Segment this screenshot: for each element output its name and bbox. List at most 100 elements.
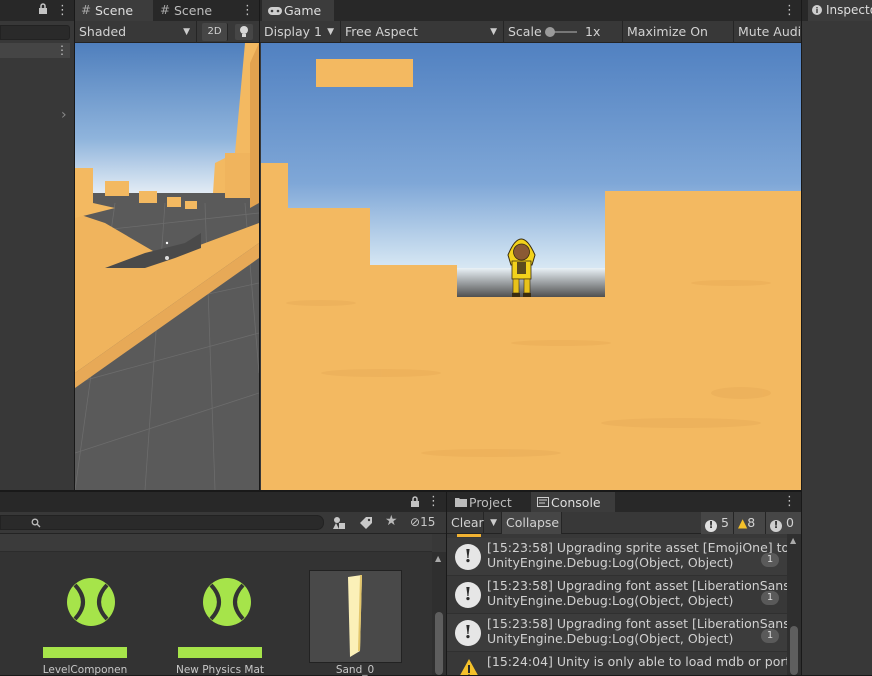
- scene-viewport[interactable]: [75, 43, 259, 490]
- asset-item[interactable]: New Physics Mat: [165, 562, 275, 676]
- info-circle-icon: !: [455, 544, 481, 570]
- warning-count: 8: [747, 515, 756, 530]
- console-stacktrace: UnityEngine.Debug:Log(Object, Object): [487, 593, 734, 608]
- physics-material-icon: [203, 578, 251, 626]
- collapse-toggle[interactable]: Collapse: [502, 512, 562, 534]
- console-entry[interactable]: ! [15:23:58] Upgrading font asset [Liber…: [447, 576, 787, 614]
- grid-icon: #: [81, 3, 92, 17]
- search-icon: [31, 517, 41, 531]
- warning-filter-toggle[interactable]: ▲8: [734, 512, 766, 534]
- scroll-up-icon[interactable]: ▲: [790, 536, 796, 545]
- asset-item[interactable]: Sand_0: [300, 562, 410, 676]
- console-entry[interactable]: [15:24:04] Unity is only able to load md…: [447, 652, 787, 675]
- console-menu-icon[interactable]: ⋮: [783, 492, 796, 512]
- aspect-label: Free Aspect: [345, 24, 418, 39]
- tab-game[interactable]: Game: [262, 0, 334, 21]
- shading-mode-dropdown[interactable]: Shaded ▼: [75, 21, 197, 43]
- eye-slash-icon: ⊘: [410, 515, 421, 529]
- console-entry[interactable]: ! [15:23:58] Upgrading sprite asset [Emo…: [447, 538, 787, 576]
- asset-type-bar: [43, 647, 127, 658]
- tab-console-label: Console: [551, 495, 601, 510]
- game-viewport[interactable]: [261, 43, 801, 490]
- display-label: Display 1: [264, 24, 323, 39]
- tab-scene-2[interactable]: # Scene: [154, 0, 224, 21]
- tab-project-label: Project: [469, 495, 512, 510]
- hierarchy-menu-icon[interactable]: ⋮: [56, 0, 69, 21]
- chevron-right-icon[interactable]: ›: [61, 107, 67, 123]
- collapse-count-badge: 1: [761, 553, 779, 567]
- aspect-dropdown[interactable]: Free Aspect ▼: [341, 21, 504, 43]
- error-filter-toggle[interactable]: ! 0: [766, 512, 801, 534]
- caret-down-icon: ▼: [490, 27, 497, 37]
- favorites-star-icon[interactable]: ★: [385, 513, 398, 529]
- scene-menu-icon[interactable]: ⋮: [241, 0, 254, 21]
- mute-audio-label: Mute Audio: [738, 24, 801, 39]
- scene-panel: # Scene # Scene ⋮ Shaded ▼ 2D: [75, 0, 259, 490]
- project-panel: ⋮ ★ ⊘15 LevelComponen New Physics Mat Sa…: [0, 492, 446, 676]
- error-count: 0: [785, 515, 794, 530]
- game-toolbar: Display 1 ▼ Free Aspect ▼ Scale 1x Maxim…: [260, 21, 801, 61]
- hierarchy-panel: ⋮ ⋮ ›: [0, 0, 74, 490]
- lighting-bulb-icon[interactable]: [235, 24, 253, 40]
- toggle-2d-button[interactable]: 2D: [202, 23, 228, 41]
- inspector-panel: Inspector: [802, 0, 872, 675]
- filter-by-type-icon[interactable]: [332, 516, 346, 533]
- tab-scene-2-label: Scene: [174, 3, 213, 18]
- console-scrollbar[interactable]: ▲: [787, 534, 801, 675]
- asset-item[interactable]: LevelComponen: [30, 562, 140, 676]
- maximize-on-play-toggle[interactable]: Maximize On Play: [623, 21, 734, 61]
- console-message: [15:23:58] Upgrading font asset [Liberat…: [487, 578, 787, 593]
- console-entry-text: [15:23:58] Upgrading font asset [Liberat…: [487, 616, 787, 646]
- display-dropdown[interactable]: Display 1 ▼: [260, 21, 341, 43]
- info-circle-icon: !: [705, 520, 717, 532]
- project-search-input[interactable]: [0, 515, 324, 530]
- scale-value: 1x: [585, 24, 601, 39]
- project-tabbar: [0, 492, 446, 512]
- asset-type-bar: [178, 647, 262, 658]
- console-entry-text: [15:24:04] Unity is only able to load md…: [487, 654, 787, 669]
- tab-console[interactable]: Console: [531, 492, 615, 512]
- scroll-up-icon[interactable]: ▲: [435, 554, 441, 563]
- tab-inspector[interactable]: Inspector: [808, 0, 872, 21]
- toggle-2d-label: 2D: [207, 26, 222, 37]
- game-tabbar: [260, 0, 801, 21]
- asset-name: Sand_0: [335, 664, 375, 676]
- project-scrollbar[interactable]: ▲: [432, 552, 446, 675]
- tab-scene-1-label: Scene: [95, 3, 134, 18]
- console-message: [15:24:04] Unity is only able to load md…: [487, 654, 787, 669]
- console-stacktrace: UnityEngine.Debug:Log(Object, Object): [487, 555, 734, 570]
- hidden-packages-count: 15: [420, 515, 436, 529]
- console-entry-text: [15:23:58] Upgrading sprite asset [Emoji…: [487, 540, 787, 570]
- clear-button[interactable]: Clear: [447, 512, 484, 534]
- clear-options-dropdown[interactable]: ▼: [484, 512, 502, 534]
- project-menu-icon[interactable]: ⋮: [427, 492, 440, 512]
- info-count: 5: [720, 515, 729, 530]
- lock-icon[interactable]: [410, 496, 420, 511]
- caret-down-icon: ▼: [183, 27, 190, 37]
- scene-row-menu-icon[interactable]: ⋮: [56, 40, 68, 61]
- game-panel: Game ⋮ Display 1 ▼ Free Aspect ▼ Scale 1…: [260, 0, 801, 490]
- game-menu-icon[interactable]: ⋮: [783, 0, 796, 21]
- filter-by-label-icon[interactable]: [359, 516, 373, 533]
- info-filter-toggle[interactable]: ! 5: [701, 512, 734, 534]
- grid-icon: #: [160, 3, 171, 17]
- console-entry-text: [15:23:58] Upgrading font asset [Liberat…: [487, 578, 787, 608]
- hidden-packages-toggle[interactable]: ⊘15: [410, 515, 435, 529]
- caret-down-icon: ▼: [327, 27, 334, 37]
- scrollbar-thumb[interactable]: [435, 612, 443, 675]
- console-entry[interactable]: ! [15:23:58] Upgrading font asset [Liber…: [447, 614, 787, 652]
- scale-slider-handle[interactable]: [545, 27, 555, 37]
- hierarchy-search-input[interactable]: [0, 25, 70, 40]
- tab-scene-1[interactable]: # Scene: [75, 0, 153, 21]
- collapse-count-badge: 1: [761, 591, 779, 605]
- error-circle-icon: !: [770, 520, 782, 532]
- tab-project[interactable]: Project: [449, 492, 529, 512]
- console-message: [15:23:58] Upgrading font asset [Liberat…: [487, 616, 787, 631]
- console-message: [15:23:58] Upgrading sprite asset [Emoji…: [487, 540, 787, 555]
- scrollbar-thumb[interactable]: [790, 626, 798, 675]
- scale-control: Scale 1x: [504, 21, 623, 43]
- mute-audio-toggle[interactable]: Mute Audio: [734, 21, 801, 43]
- scale-slider[interactable]: [545, 27, 577, 37]
- sprite-icon: [309, 570, 402, 663]
- lock-icon[interactable]: [38, 3, 48, 18]
